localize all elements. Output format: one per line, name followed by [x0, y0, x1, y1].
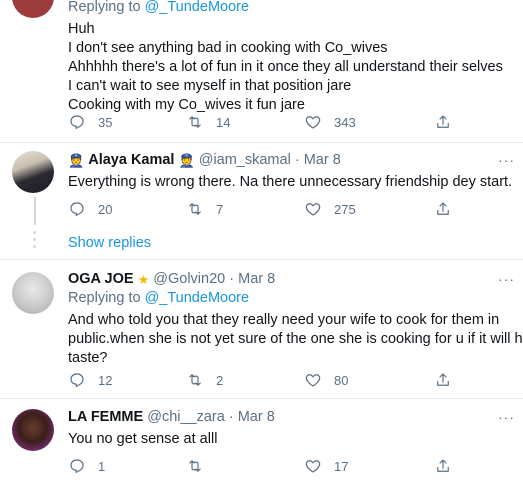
separator: · — [229, 271, 235, 287]
like-button[interactable]: 275 — [304, 199, 356, 219]
retweet-button[interactable] — [186, 456, 216, 476]
retweet-count: 14 — [216, 114, 231, 130]
tweet-text-line: And who told you that they really need y… — [68, 312, 500, 328]
like-count: 17 — [334, 458, 349, 474]
like-count: 343 — [334, 114, 356, 130]
reply-count: 35 — [98, 114, 113, 130]
tweet-header: 👮 Alaya Kamal 👮 @iam_skamal · Mar 8 — [68, 152, 341, 169]
tweet-la-femme[interactable]: LA FEMME @chi__zara · Mar 8 ··· You no g… — [0, 399, 523, 488]
avatar[interactable] — [12, 272, 54, 314]
like-icon — [305, 374, 321, 387]
tweet-text: You no get sense at alll — [68, 430, 217, 449]
tweet-text-line: I don't see anything bad in cooking with… — [68, 40, 388, 56]
tweet-actions: 12 2 80 — [68, 370, 478, 390]
avatar[interactable] — [12, 0, 54, 18]
reply-icon — [70, 373, 84, 387]
share-icon — [437, 373, 449, 386]
reply-button[interactable]: 35 — [68, 112, 112, 132]
reply-icon — [70, 115, 84, 129]
share-icon — [437, 459, 449, 472]
pilot-emoji-icon: 👮 — [68, 153, 85, 168]
reply-count: 20 — [98, 201, 113, 217]
share-button[interactable] — [434, 199, 452, 219]
tweet-actions: 35 14 343 — [68, 112, 478, 132]
tweet-text: And who told you that they really need y… — [68, 311, 523, 368]
reply-icon — [70, 459, 84, 473]
replying-to: Replying to @_TundeMoore — [68, 0, 249, 15]
avatar[interactable] — [12, 409, 54, 451]
handle[interactable]: @chi__zara — [147, 409, 225, 425]
like-button[interactable]: 343 — [304, 112, 356, 132]
retweet-icon — [189, 374, 201, 386]
reply-button[interactable]: 1 — [68, 456, 105, 476]
share-button[interactable] — [434, 370, 452, 390]
replying-handle-link[interactable]: @_TundeMoore — [145, 0, 249, 15]
tweet-header: OGA JOE ★ @Golvin20 · Mar 8 — [68, 271, 275, 288]
show-replies-link[interactable]: Show replies — [68, 235, 151, 251]
retweet-icon — [189, 203, 201, 215]
display-name[interactable]: OGA JOE — [68, 271, 134, 287]
share-icon — [437, 202, 449, 215]
retweet-count: 7 — [216, 201, 224, 217]
tweet-text-line: Huh — [68, 21, 95, 37]
separator: · — [228, 409, 234, 425]
tweet-actions: 20 7 275 — [68, 199, 478, 219]
retweet-icon — [189, 460, 201, 472]
tweet-text: Everything is wrong there. Na there unne… — [68, 173, 512, 192]
share-icon — [437, 115, 449, 128]
handle[interactable]: @Golvin20 — [153, 271, 225, 287]
share-button[interactable] — [434, 112, 452, 132]
like-button[interactable]: 17 — [304, 456, 348, 476]
like-count: 80 — [334, 372, 349, 388]
like-count: 275 — [334, 201, 356, 217]
tweet-text-line: Ahhhhh there's a lot of fun in it once t… — [68, 59, 503, 75]
tweet-text-line: Everything is wrong there. Na there unne… — [68, 174, 513, 190]
tweet-actions: 1 17 — [68, 456, 478, 476]
like-icon — [305, 116, 321, 129]
share-button[interactable] — [434, 456, 452, 476]
thread-dots — [33, 231, 37, 252]
tweet-alaya-kamal[interactable]: 👮 Alaya Kamal 👮 @iam_skamal · Mar 8 ··· … — [0, 143, 523, 259]
reply-icon — [70, 202, 84, 216]
more-icon[interactable]: ··· — [498, 271, 515, 287]
reply-count: 12 — [98, 372, 113, 388]
more-icon[interactable]: ··· — [498, 409, 515, 425]
retweet-button[interactable]: 7 — [186, 199, 223, 219]
tweet-text-line: I can't wait to see myself in that posit… — [68, 78, 352, 94]
like-icon — [305, 460, 321, 473]
reply-button[interactable]: 12 — [68, 370, 112, 390]
reply-count: 1 — [98, 458, 106, 474]
more-icon[interactable]: ··· — [498, 152, 515, 168]
retweet-button[interactable]: 2 — [186, 370, 223, 390]
tweet-text: Huh I don't see anything bad in cooking … — [68, 20, 503, 115]
replying-to: Replying to @_TundeMoore — [68, 290, 249, 306]
pilot-emoji-icon: 👮 — [178, 153, 195, 168]
retweet-count: 2 — [216, 372, 224, 388]
retweet-icon — [189, 116, 201, 128]
handle[interactable]: @iam_skamal — [199, 152, 291, 168]
timestamp[interactable]: Mar 8 — [304, 152, 341, 168]
timestamp[interactable]: Mar 8 — [238, 409, 275, 425]
like-icon — [305, 203, 321, 216]
reply-button[interactable]: 20 — [68, 199, 112, 219]
like-button[interactable]: 80 — [304, 370, 348, 390]
timestamp[interactable]: Mar 8 — [238, 271, 275, 287]
display-name[interactable]: LA FEMME — [68, 409, 143, 425]
replying-prefix: Replying to — [68, 0, 141, 15]
replying-handle-link[interactable]: @_TundeMoore — [145, 290, 249, 306]
thread-line — [34, 197, 36, 225]
tweet-header: LA FEMME @chi__zara · Mar 8 — [68, 409, 275, 425]
replying-prefix: Replying to — [68, 290, 141, 306]
separator: · — [294, 152, 300, 168]
tweet-text-line: You no get sense at alll — [68, 431, 218, 447]
tweet-reply-top[interactable]: Replying to @_TundeMoore Huh I don't see… — [0, 0, 523, 142]
retweet-button[interactable]: 14 — [186, 112, 230, 132]
tweet-text-line: taste? — [68, 350, 108, 366]
display-name[interactable]: Alaya Kamal — [88, 152, 174, 168]
tweet-oga-joe[interactable]: OGA JOE ★ @Golvin20 · Mar 8 ··· Replying… — [0, 260, 523, 398]
star-emoji-icon: ★ — [137, 272, 150, 287]
tweet-text-line: public.when she is not yet sure of the o… — [68, 331, 523, 347]
avatar[interactable] — [12, 151, 54, 193]
